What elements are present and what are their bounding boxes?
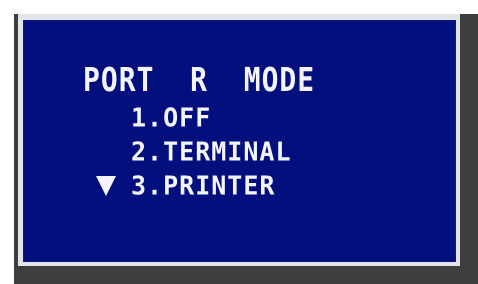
menu-option-terminal[interactable]: 2.TERMINAL [131,139,292,165]
menu-option-printer[interactable]: 3.PRINTER [131,173,275,199]
menu-option-off[interactable]: 1.OFF [131,105,211,131]
lcd-screen: PORT R MODE 1.OFF 2.TERMINAL 3.PRINTER [23,20,456,262]
port-r-mode-title: PORT R MODE [83,60,316,100]
triangle-down-icon [96,176,116,196]
